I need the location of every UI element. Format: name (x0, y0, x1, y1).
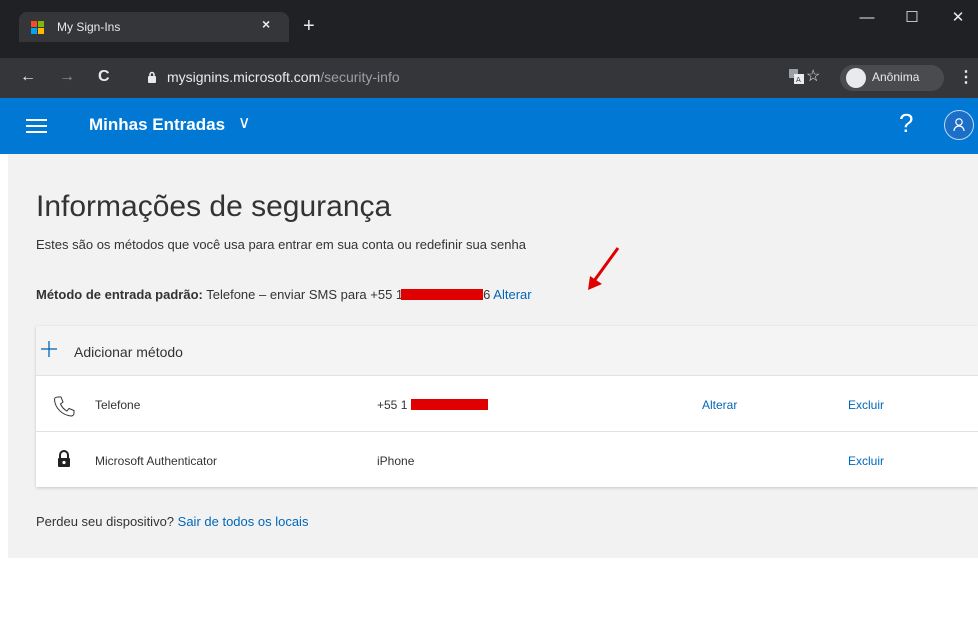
chevron-down-icon[interactable]: ∨ (238, 113, 250, 133)
url-text: mysignins.microsoft.com/security-info (167, 69, 400, 85)
incognito-badge[interactable]: Anônima (840, 65, 944, 91)
help-icon[interactable]: ? (899, 108, 913, 139)
forward-arrow-icon[interactable]: → (59, 66, 75, 88)
phone-icon (53, 396, 75, 417)
app-title[interactable]: Minhas Entradas (89, 115, 225, 135)
maximize-button[interactable]: ☐ (897, 6, 927, 30)
app-header: Minhas Entradas ∨ ? (0, 98, 978, 154)
plus-icon (41, 341, 57, 357)
page-description: Estes são os métodos que você usa para e… (36, 237, 526, 252)
red-arrow-annotation (588, 247, 620, 290)
methods-card: Adicionar método Telefone +55 1 Alterar … (36, 326, 978, 487)
url-path: /security-info (320, 69, 400, 85)
redaction-mark (401, 289, 484, 300)
default-method: Método de entrada padrão: Telefone – env… (36, 287, 532, 302)
browser-menu-icon[interactable]: ⋮ (958, 67, 974, 87)
new-tab-button[interactable]: + (303, 16, 315, 36)
method-value-text: +55 1 (377, 398, 408, 412)
microsoft-logo-icon (31, 21, 45, 35)
bookmark-star-icon[interactable]: ☆ (806, 66, 820, 86)
sign-out-everywhere-link[interactable]: Sair de todos os locais (178, 514, 309, 529)
page-title: Informações de segurança (36, 190, 392, 223)
redaction-mark (411, 399, 489, 410)
lost-device-label: Perdeu seu dispositivo? (36, 514, 178, 529)
add-method-label: Adicionar método (74, 344, 183, 360)
address-bar[interactable]: mysignins.microsoft.com/security-info (137, 63, 827, 93)
avatar[interactable] (944, 110, 974, 140)
browser-toolbar: ← → C mysignins.microsoft.com/security-i… (0, 58, 978, 98)
lock-icon (148, 71, 156, 83)
svg-text:A: A (796, 76, 801, 84)
method-row: Microsoft Authenticator iPhone Excluir (36, 433, 978, 488)
close-tab-icon[interactable]: × (262, 16, 270, 32)
method-name: Microsoft Authenticator (95, 454, 218, 468)
change-default-link[interactable]: Alterar (493, 287, 531, 302)
method-name: Telefone (95, 398, 141, 412)
method-row: Telefone +55 1 Alterar Excluir (36, 377, 978, 432)
hamburger-menu-icon[interactable] (26, 119, 47, 133)
lost-device-text: Perdeu seu dispositivo? Sair de todos os… (36, 514, 308, 529)
browser-tab[interactable]: My Sign-Ins × (19, 12, 289, 42)
add-method-button[interactable]: Adicionar método (36, 326, 978, 376)
close-window-button[interactable]: ✕ (943, 6, 973, 30)
url-host: mysignins.microsoft.com (167, 69, 321, 85)
default-method-suffix: 6 (483, 287, 494, 302)
method-value: iPhone (377, 454, 415, 468)
minimize-button[interactable]: — (852, 6, 882, 30)
back-arrow-icon[interactable]: ← (20, 66, 36, 88)
method-value: +55 1 (377, 398, 489, 412)
default-method-value: Telefone – enviar SMS para +55 1 (202, 287, 404, 302)
translate-icon[interactable]: A (789, 69, 804, 84)
authenticator-lock-icon (58, 450, 70, 467)
delete-method-link[interactable]: Excluir (848, 398, 884, 412)
incognito-icon (846, 68, 866, 88)
delete-method-link[interactable]: Excluir (848, 454, 884, 468)
default-method-label: Método de entrada padrão: (36, 287, 203, 302)
person-icon (953, 118, 965, 132)
tab-title: My Sign-Ins (57, 20, 121, 34)
reload-icon[interactable]: C (98, 66, 110, 88)
incognito-label: Anônima (872, 70, 920, 84)
change-method-link[interactable]: Alterar (702, 398, 737, 412)
browser-titlebar: My Sign-Ins × + — ☐ ✕ (0, 0, 978, 58)
